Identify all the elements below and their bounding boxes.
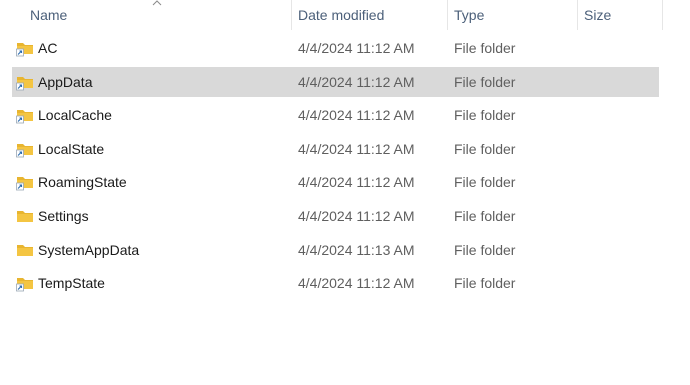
file-date-modified: 4/4/2024 11:12 AM <box>298 140 415 157</box>
file-type: File folder <box>454 107 516 124</box>
file-date-modified: 4/4/2024 11:12 AM <box>298 40 415 56</box>
file-name[interactable]: TempState <box>38 268 105 298</box>
file-date-modified: 4/4/2024 11:13 AM <box>298 241 415 258</box>
column-divider[interactable] <box>447 0 448 30</box>
folder-icon <box>17 211 33 222</box>
file-row[interactable]: TempState 4/4/2024 11:12 AM File folder <box>12 268 659 298</box>
column-divider[interactable] <box>291 0 292 30</box>
file-type: File folder <box>454 208 516 224</box>
folder-shortcut-icon <box>16 76 33 90</box>
column-divider[interactable] <box>577 0 578 30</box>
file-row[interactable]: AppData 4/4/2024 11:12 AM File folder <box>12 66 659 97</box>
column-divider[interactable] <box>662 0 663 30</box>
file-type: File folder <box>454 73 516 90</box>
file-row[interactable]: SystemAppData 4/4/2024 11:13 AM File folde… <box>12 235 659 265</box>
file-name[interactable]: LocalState <box>38 134 104 164</box>
file-date-modified: 4/4/2024 11:12 AM <box>298 73 415 90</box>
file-date-modified: 4/4/2024 11:12 AM <box>298 208 415 224</box>
date-modified-column-header[interactable]: Date modified <box>298 0 446 30</box>
file-type: File folder <box>454 40 516 56</box>
file-name[interactable]: AC <box>38 33 57 63</box>
folder-shortcut-icon <box>16 110 33 124</box>
folder-shortcut-icon <box>16 177 33 191</box>
file-row[interactable]: RoamingState 4/4/2024 11:12 AM File folder <box>12 167 659 197</box>
file-name[interactable]: AppData <box>38 67 92 97</box>
file-type: File folder <box>454 275 516 292</box>
file-date-modified: 4/4/2024 11:12 AM <box>298 174 415 191</box>
file-type: File folder <box>454 174 516 191</box>
file-type: File folder <box>454 140 516 157</box>
type-column-header[interactable]: Type <box>454 0 576 30</box>
file-row[interactable]: Settings 4/4/2024 11:12 AM File folder <box>12 201 659 231</box>
column-header-bar: Name Date modified Type Size <box>0 0 690 30</box>
sort-ascending-icon <box>152 0 162 6</box>
size-column-header[interactable]: Size <box>584 0 664 30</box>
file-list-view: Name Date modified Type Size AC 4/4/2024 … <box>0 0 690 385</box>
file-name[interactable]: SystemAppData <box>38 235 139 265</box>
file-row[interactable]: AC 4/4/2024 11:12 AM File folder <box>12 33 659 63</box>
folder-icon <box>17 244 33 256</box>
file-type: File folder <box>454 241 516 258</box>
file-name[interactable]: Settings <box>38 201 89 231</box>
file-date-modified: 4/4/2024 11:12 AM <box>298 275 415 292</box>
folder-shortcut-icon <box>16 43 33 57</box>
file-row[interactable]: LocalState 4/4/2024 11:12 AM File folder <box>12 134 659 164</box>
file-name[interactable]: RoamingState <box>38 167 127 197</box>
folder-shortcut-icon <box>16 278 33 292</box>
file-name[interactable]: LocalCache <box>38 100 112 130</box>
folder-shortcut-icon <box>16 143 33 158</box>
file-date-modified: 4/4/2024 11:12 AM <box>298 107 415 124</box>
file-row[interactable]: LocalCache 4/4/2024 11:12 AM File folder <box>12 100 659 130</box>
